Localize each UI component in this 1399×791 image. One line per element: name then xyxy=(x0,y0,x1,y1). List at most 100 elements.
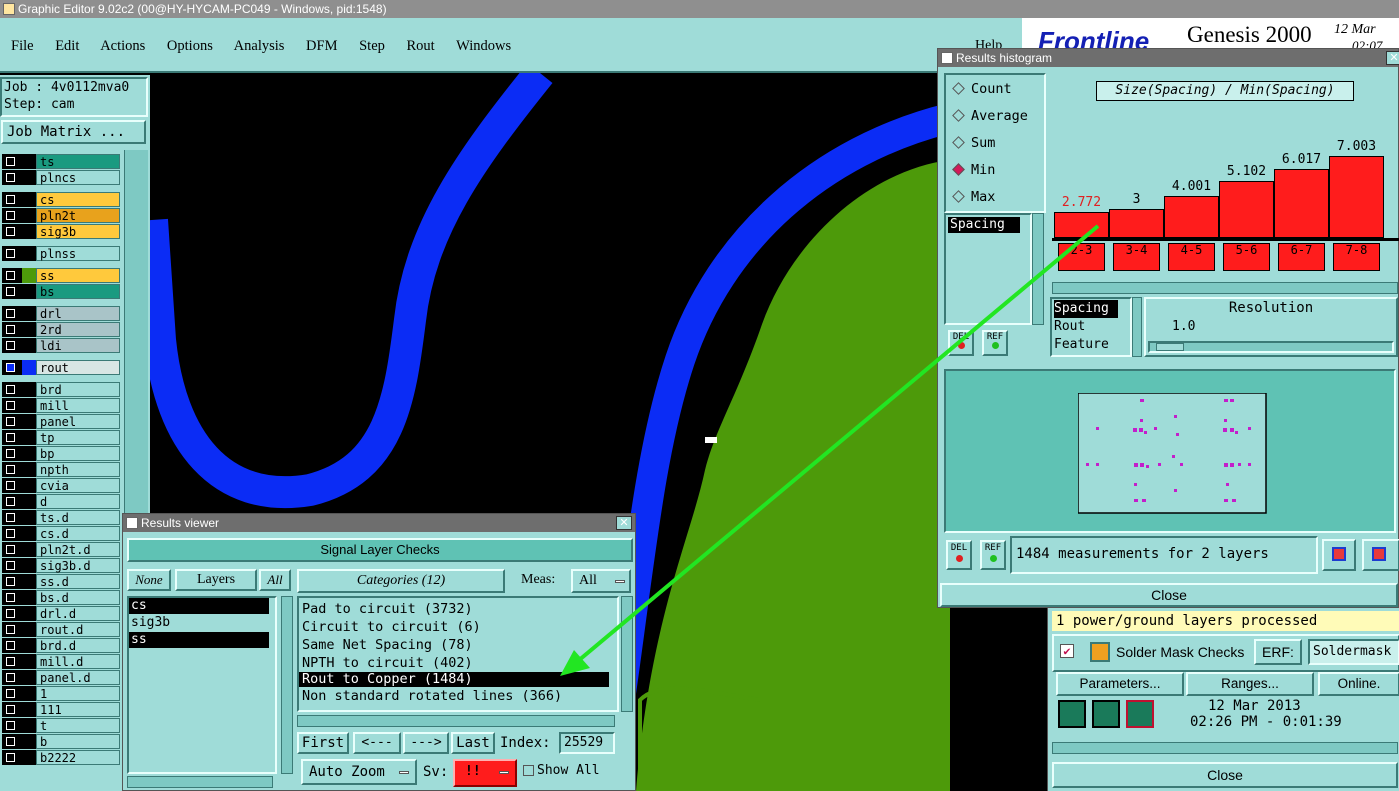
category-item[interactable]: Pad to circuit (3732) xyxy=(299,600,617,618)
parameters-button[interactable]: Parameters... xyxy=(1056,672,1184,696)
layer-checkbox[interactable] xyxy=(6,417,15,426)
layer-checkbox[interactable] xyxy=(6,401,15,410)
layer-row-panel-d[interactable]: panel.d xyxy=(2,670,120,685)
menu-edit[interactable]: Edit xyxy=(55,38,79,54)
layer-checkbox[interactable] xyxy=(6,689,15,698)
menu-dfm[interactable]: DFM xyxy=(306,38,337,54)
layer-checkbox[interactable] xyxy=(6,325,15,334)
solder-close-button[interactable]: Close xyxy=(1052,762,1398,788)
type-list[interactable]: Spacing Rout Feature xyxy=(1050,297,1132,357)
layer-checkbox[interactable] xyxy=(6,195,15,204)
layer-row-plncs[interactable]: plncs xyxy=(2,170,120,185)
category-hscroll[interactable] xyxy=(297,715,615,727)
stat-average[interactable]: Average xyxy=(952,108,1028,124)
online-button[interactable]: Online. xyxy=(1318,672,1399,696)
layer-checkbox[interactable] xyxy=(6,433,15,442)
layer-row-pln2t-d[interactable]: pln2t.d xyxy=(2,542,120,557)
layer-checkbox[interactable] xyxy=(6,721,15,730)
layer-checkbox[interactable] xyxy=(6,309,15,318)
layer-checkbox[interactable] xyxy=(6,705,15,714)
layer-list-hscroll[interactable] xyxy=(127,776,273,788)
histogram-bar[interactable] xyxy=(1219,181,1274,238)
ref-button-lower[interactable]: REF xyxy=(980,540,1006,570)
layer-checkbox[interactable] xyxy=(6,465,15,474)
histogram-bar[interactable] xyxy=(1329,156,1384,238)
panel-hscroll[interactable] xyxy=(1052,742,1398,754)
layer-row-cs-d[interactable]: cs.d xyxy=(2,526,120,541)
export-icon[interactable] xyxy=(1322,539,1356,571)
layer-row-ldi[interactable]: ldi xyxy=(2,338,120,353)
layer-row-cs[interactable]: cs xyxy=(2,192,120,207)
layer-select-list[interactable]: cs sig3b ss xyxy=(127,596,277,774)
layer-row-d[interactable]: d xyxy=(2,494,120,509)
measure-list[interactable]: Spacing xyxy=(944,213,1032,325)
layer-checkbox[interactable] xyxy=(6,545,15,554)
layer-row-t[interactable]: t xyxy=(2,718,120,733)
layer-row-pln2t[interactable]: pln2t xyxy=(2,208,120,223)
import-icon[interactable] xyxy=(1362,539,1399,571)
measure-item-spacing[interactable]: Spacing xyxy=(948,217,1020,233)
type-item-spacing[interactable]: Spacing xyxy=(1054,300,1118,318)
layer-row-bs[interactable]: bs xyxy=(2,284,120,299)
sv-dropdown[interactable]: !! xyxy=(453,759,517,787)
layer-checkbox[interactable] xyxy=(6,271,15,280)
stat-count[interactable]: Count xyxy=(952,81,1012,97)
resolution-slider[interactable] xyxy=(1148,341,1394,353)
category-item[interactable]: Circuit to circuit (6) xyxy=(299,618,617,636)
layer-row-2rd[interactable]: 2rd xyxy=(2,322,120,337)
layer-checkbox[interactable] xyxy=(6,593,15,602)
layer-row-ss[interactable]: ss xyxy=(2,268,120,283)
del-button[interactable]: DEL xyxy=(948,330,974,356)
layer-checkbox[interactable] xyxy=(6,385,15,394)
layer-checkbox[interactable] xyxy=(6,211,15,220)
layer-row-b2222[interactable]: b2222 xyxy=(2,750,120,765)
layer-select-ss[interactable]: ss xyxy=(129,632,269,648)
histogram-close-button[interactable]: Close xyxy=(940,583,1398,607)
histogram-bar[interactable] xyxy=(1109,208,1164,238)
type-scrollbar[interactable] xyxy=(1132,297,1142,357)
stat-max[interactable]: Max xyxy=(952,189,995,205)
layer-row-sig3b[interactable]: sig3b xyxy=(2,224,120,239)
layer-row-rout[interactable]: rout xyxy=(2,360,120,375)
histogram-bar[interactable] xyxy=(1274,169,1329,238)
layer-row-bs-d[interactable]: bs.d xyxy=(2,590,120,605)
menu-options[interactable]: Options xyxy=(167,38,213,54)
layer-checkbox[interactable] xyxy=(6,529,15,538)
layer-row-plnss[interactable]: plnss xyxy=(2,246,120,261)
layer-select-cs[interactable]: cs xyxy=(129,598,269,614)
layer-row-bp[interactable]: bp xyxy=(2,446,120,461)
layer-checkbox[interactable] xyxy=(6,625,15,634)
run-icon[interactable] xyxy=(1058,700,1086,728)
auto-zoom-dropdown[interactable]: Auto Zoom xyxy=(301,759,417,785)
next-button[interactable]: ---> xyxy=(403,732,449,754)
layer-row-mill-d[interactable]: mill.d xyxy=(2,654,120,669)
layer-checkbox[interactable] xyxy=(6,641,15,650)
layer-checkbox[interactable] xyxy=(6,173,15,182)
layer-row-sig3b-d[interactable]: sig3b.d xyxy=(2,558,120,573)
layer-row-brd-d[interactable]: brd.d xyxy=(2,638,120,653)
category-item-selected[interactable]: Rout to Copper (1484) xyxy=(299,672,609,687)
stat-sum[interactable]: Sum xyxy=(952,135,995,151)
checkbox-checked-icon[interactable]: ✔ xyxy=(1060,644,1074,658)
histogram-bar[interactable] xyxy=(1054,211,1109,238)
layer-checkbox[interactable] xyxy=(6,609,15,618)
all-layers-button[interactable]: All xyxy=(259,569,291,591)
layer-row-b[interactable]: b xyxy=(2,734,120,749)
run-all-icon[interactable] xyxy=(1092,700,1120,728)
layer-row-ts-d[interactable]: ts.d xyxy=(2,510,120,525)
menu-step[interactable]: Step xyxy=(359,38,385,54)
category-scrollbar[interactable] xyxy=(621,596,633,712)
menu-file[interactable]: File xyxy=(11,38,34,54)
meas-dropdown[interactable]: All xyxy=(571,569,631,593)
ref-button[interactable]: REF xyxy=(982,330,1008,356)
layer-checkbox[interactable] xyxy=(6,577,15,586)
layer-row-mill[interactable]: mill xyxy=(2,398,120,413)
layer-row-ss-d[interactable]: ss.d xyxy=(2,574,120,589)
menu-actions[interactable]: Actions xyxy=(100,38,145,54)
show-all-checkbox[interactable] xyxy=(523,765,534,776)
layer-checkbox[interactable] xyxy=(6,753,15,762)
stop-icon[interactable] xyxy=(1126,700,1154,728)
del-button-lower[interactable]: DEL xyxy=(946,540,972,570)
layer-checkbox[interactable] xyxy=(6,287,15,296)
layer-checkbox[interactable] xyxy=(6,561,15,570)
